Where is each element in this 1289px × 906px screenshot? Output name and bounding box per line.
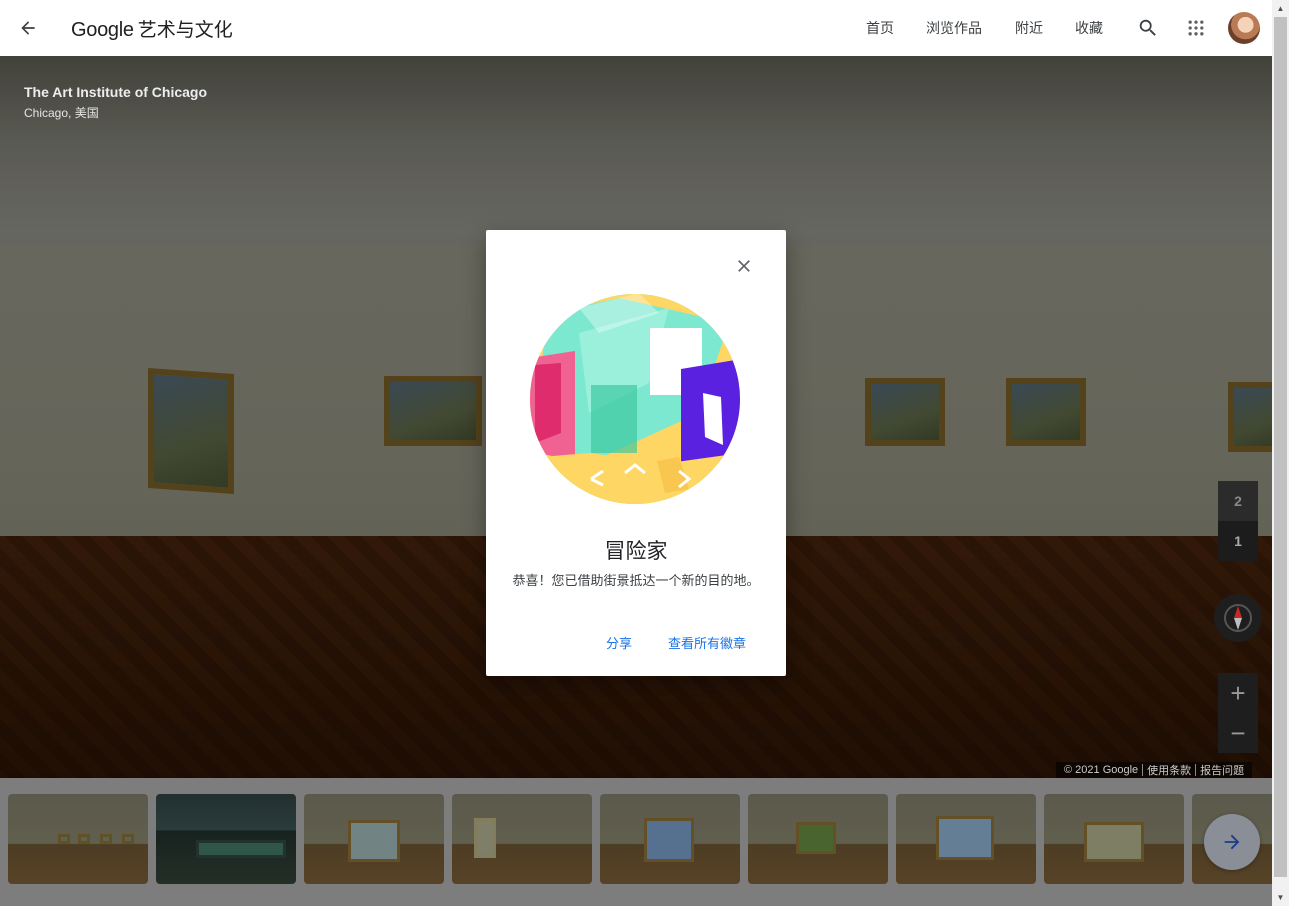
terms-link[interactable]: 使用条款 — [1143, 762, 1195, 778]
top-app-bar: Google 艺术与文化 首页 浏览作品 附近 收藏 — [0, 0, 1272, 56]
thumbnail-strip — [0, 778, 1272, 906]
badge-dialog: 冒险家 恭喜！您已借助街景抵达一个新的目的地。 分享 查看所有徽章 — [486, 230, 786, 676]
gallery-thumbnail[interactable] — [600, 794, 740, 884]
gallery-thumbnail[interactable] — [452, 794, 592, 884]
arrow-right-icon — [1224, 834, 1240, 850]
back-button[interactable] — [14, 14, 42, 42]
explorer-badge-icon — [530, 294, 740, 504]
next-thumbnails-button[interactable] — [1204, 814, 1260, 870]
nav-favorites-link[interactable]: 收藏 — [1075, 18, 1103, 38]
nav-home-link[interactable]: 首页 — [866, 18, 894, 38]
gallery-thumbnail[interactable] — [748, 794, 888, 884]
scrollbar-thumb[interactable] — [1274, 17, 1287, 877]
brand-product: 艺术与文化 — [137, 19, 233, 41]
arrow-left-icon — [21, 21, 35, 35]
apps-grid-icon — [1188, 20, 1204, 36]
copyright-text: © 2021 Google — [1064, 764, 1139, 776]
compass-icon — [1224, 604, 1252, 632]
nav-browse-link[interactable]: 浏览作品 — [926, 18, 982, 38]
nav-nearby-link[interactable]: 附近 — [1015, 18, 1043, 38]
gallery-thumbnail[interactable] — [156, 794, 296, 884]
search-icon — [1139, 19, 1156, 36]
location-title: The Art Institute of Chicago — [24, 84, 208, 100]
gallery-thumbnail[interactable] — [1044, 794, 1184, 884]
page-scrollbar[interactable]: ▲ ▼ — [1272, 0, 1289, 906]
search-button[interactable] — [1134, 14, 1162, 42]
gallery-thumbnail[interactable] — [8, 794, 148, 884]
gallery-thumbnail[interactable] — [304, 794, 444, 884]
avatar[interactable] — [1228, 12, 1260, 44]
report-problem-link[interactable]: 报告问题 — [1196, 762, 1248, 778]
close-button[interactable] — [730, 252, 758, 280]
close-icon — [738, 260, 750, 272]
zoom-in-button[interactable]: + — [1218, 673, 1258, 713]
brand-google: Google — [71, 19, 134, 41]
zoom-out-button[interactable]: − — [1218, 713, 1258, 753]
scroll-down-arrow-icon[interactable]: ▼ — [1272, 889, 1289, 906]
map-attribution: © 2021 Google 使用条款 报告问题 — [1056, 762, 1253, 778]
apps-button[interactable] — [1182, 14, 1210, 42]
scroll-up-arrow-icon[interactable]: ▲ — [1272, 0, 1289, 17]
app-logo[interactable]: Google 艺术与文化 — [71, 15, 233, 42]
view-all-badges-button[interactable]: 查看所有徽章 — [668, 633, 746, 652]
share-button[interactable]: 分享 — [606, 633, 632, 652]
gallery-thumbnail[interactable] — [896, 794, 1036, 884]
badge-message: 恭喜！您已借助街景抵达一个新的目的地。 — [512, 574, 760, 589]
badge-title: 冒险家 — [604, 539, 668, 563]
compass-button[interactable] — [1214, 594, 1262, 642]
floor-button-2[interactable]: 2 — [1218, 481, 1258, 521]
location-subtitle: Chicago, 美国 — [24, 106, 99, 120]
floor-button-1[interactable]: 1 — [1218, 521, 1258, 561]
